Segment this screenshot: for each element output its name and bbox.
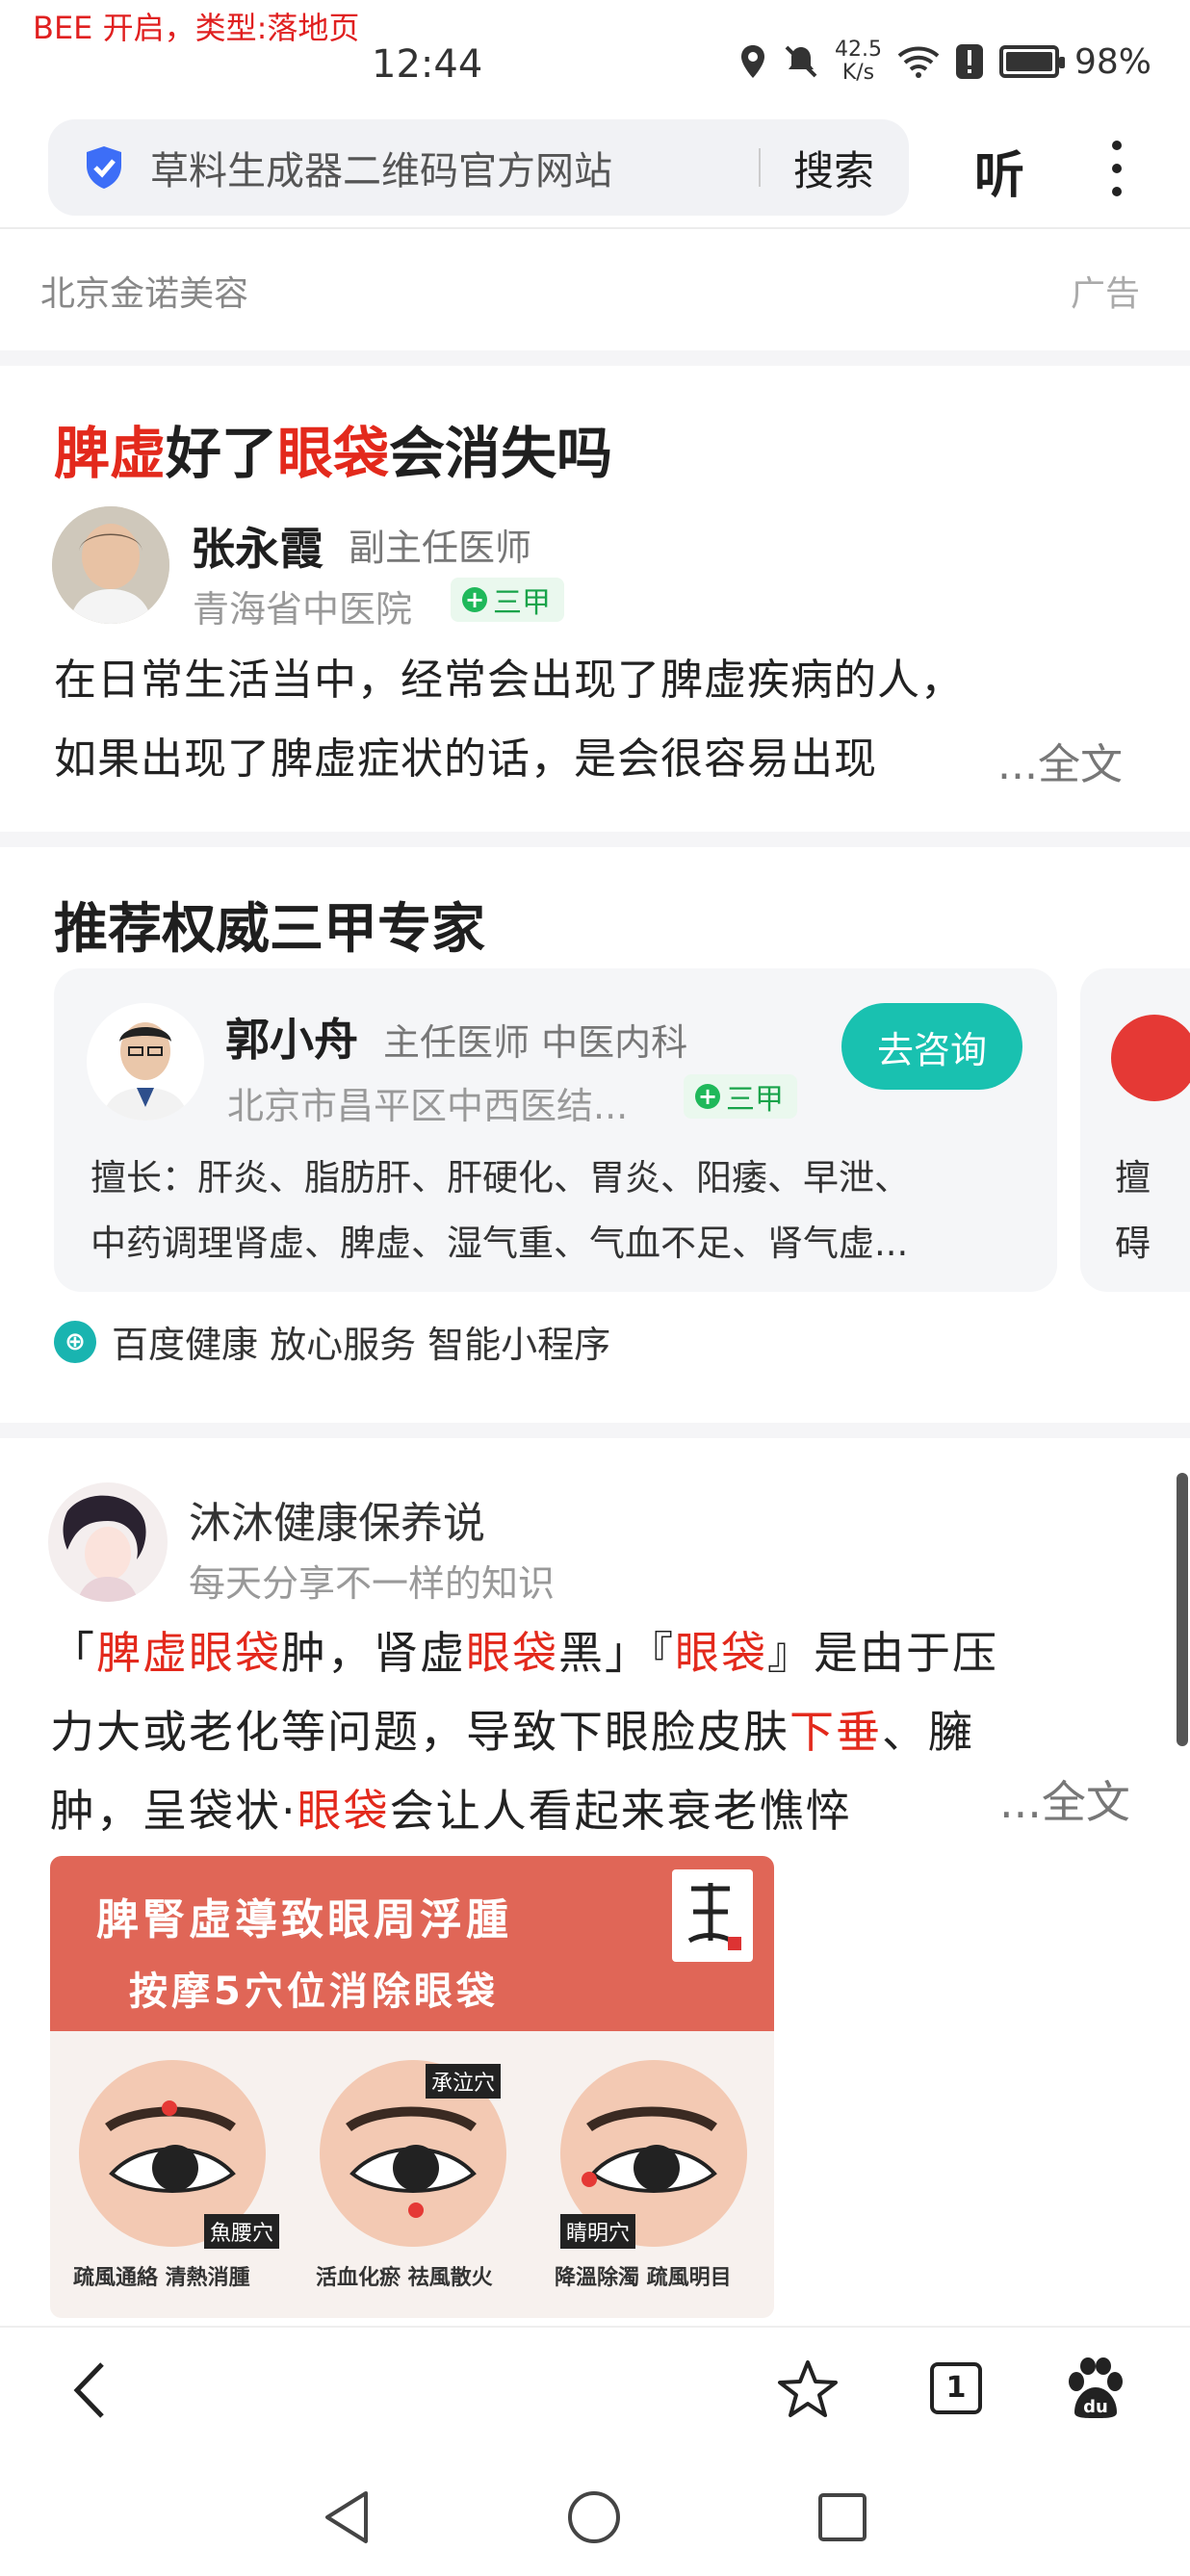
mute-bell-icon: [785, 45, 817, 78]
plus-icon: +: [695, 1084, 720, 1109]
article-title[interactable]: 脾虚好了眼袋会消失吗: [54, 408, 612, 489]
section-gap: [0, 832, 1190, 847]
expert-avatar-next: [1111, 1015, 1190, 1101]
status-time: 12:44: [372, 42, 483, 87]
author-avatar[interactable]: [48, 1482, 168, 1602]
shield-icon: [87, 146, 121, 189]
expert-title: 主任医师 中医内科: [383, 1021, 688, 1064]
image-title: 脾腎虛導致眼周浮腫: [96, 1895, 512, 1945]
acupoint-label: 承泣穴: [426, 2064, 502, 2099]
star-icon[interactable]: [776, 2358, 840, 2420]
system-back-icon[interactable]: [322, 2489, 372, 2545]
baidu-health-icon: ⊕: [54, 1320, 96, 1363]
listen-button[interactable]: 听: [974, 135, 1024, 207]
acupoint-label: 睛明穴: [560, 2214, 636, 2249]
article-snippet[interactable]: 在日常生活当中，经常会出现了脾虚疾病的人， 如果出现了脾虚症状的话，是会很容易出…: [54, 641, 964, 799]
doctor-avatar[interactable]: [52, 506, 169, 624]
expert-hospital: 北京市昌平区中西医结...: [227, 1085, 629, 1127]
image-subtitle: 按摩5穴位消除眼袋: [129, 1970, 499, 2014]
search-input[interactable]: 草料生成器二维码官方网站: [150, 140, 759, 195]
divider: [0, 227, 1190, 229]
image-header: 脾腎虛導致眼周浮腫 按摩5穴位消除眼袋: [50, 1856, 774, 2031]
read-full-link[interactable]: ...全文: [988, 730, 1123, 791]
search-bar[interactable]: 草料生成器二维码官方网站 搜索: [48, 119, 909, 216]
expert-card-next[interactable]: 擅碍: [1080, 968, 1190, 1292]
expert-skills-next: 擅碍: [1115, 1157, 1151, 1264]
system-nav-bar: [0, 2451, 1190, 2576]
image-caption: 降溫除濁 疏風明目: [555, 2266, 732, 2290]
image-caption: 疏風通絡 清熱消腫: [73, 2266, 250, 2290]
doctor-title: 副主任医师: [349, 527, 532, 569]
browser-toolbar: 1 du: [0, 2326, 1190, 2451]
ad-advertiser[interactable]: 北京金诺美容: [40, 266, 248, 316]
scrollbar[interactable]: [1177, 1473, 1188, 1746]
divider: [758, 148, 761, 187]
back-arrow-icon[interactable]: [69, 2360, 108, 2420]
baidu-paw-icon[interactable]: du: [1065, 2357, 1126, 2420]
search-button[interactable]: 搜索: [793, 139, 874, 197]
more-menu-icon[interactable]: [1107, 141, 1126, 198]
system-recents-icon[interactable]: [816, 2491, 868, 2543]
author-subtitle: 每天分享不一样的知识: [189, 1562, 556, 1605]
image-logo: [672, 1869, 753, 1962]
post-image[interactable]: 脾腎虛導致眼周浮腫 按摩5穴位消除眼袋 魚腰穴 承泣穴 睛明穴 疏風通絡 清熱消…: [50, 1856, 774, 2318]
section-gap: [0, 1423, 1190, 1438]
plus-icon: +: [462, 587, 487, 612]
author-name[interactable]: 沐沐健康保养说: [189, 1488, 485, 1550]
ad-label: 广告: [1070, 274, 1140, 314]
net-speed: 42.5 K/s: [835, 38, 882, 85]
system-home-icon[interactable]: [566, 2489, 622, 2545]
section-gap: [0, 350, 1190, 366]
location-icon: [741, 45, 764, 78]
doctor-hospital: 青海省中医院: [193, 588, 413, 631]
wifi-icon: [897, 46, 940, 78]
status-bar: 12:44 42.5 K/s 98%: [0, 0, 1190, 116]
svg-text:du: du: [1083, 2397, 1108, 2417]
battery-level: 98%: [1074, 41, 1151, 82]
consult-button[interactable]: 去咨询: [841, 1003, 1022, 1090]
expert-hospital-badge: + 三甲: [684, 1074, 797, 1119]
baidu-health-footer[interactable]: ⊕ 百度健康 放心服务 智能小程序: [54, 1315, 610, 1368]
expert-avatar[interactable]: [87, 1003, 204, 1121]
hospital-badge: + 三甲: [451, 578, 564, 622]
battery-icon: [998, 45, 1065, 78]
image-caption: 活血化瘀 祛風散火: [316, 2266, 493, 2290]
experts-section-title: 推荐权威三甲专家: [54, 898, 485, 961]
expert-skills: 擅长：肝炎、脂肪肝、肝硬化、胃炎、阳痿、早泄、 中药调理肾虚、脾虚、湿气重、气血…: [91, 1157, 910, 1264]
read-full-link[interactable]: ...全文: [990, 1767, 1130, 1831]
alert-icon: [955, 44, 983, 79]
post-snippet[interactable]: 「脾虚眼袋肿，肾虚眼袋黑」『眼袋』是由于压 力大或老化等问题，导致下眼脸皮肤下垂…: [50, 1613, 998, 1850]
expert-name[interactable]: 郭小舟: [225, 1005, 358, 1069]
acupoint-label: 魚腰穴: [204, 2214, 280, 2249]
status-icons: 42.5 K/s 98%: [738, 39, 1151, 85]
tabs-button[interactable]: 1: [930, 2362, 982, 2414]
doctor-name[interactable]: 张永霞: [191, 514, 323, 578]
